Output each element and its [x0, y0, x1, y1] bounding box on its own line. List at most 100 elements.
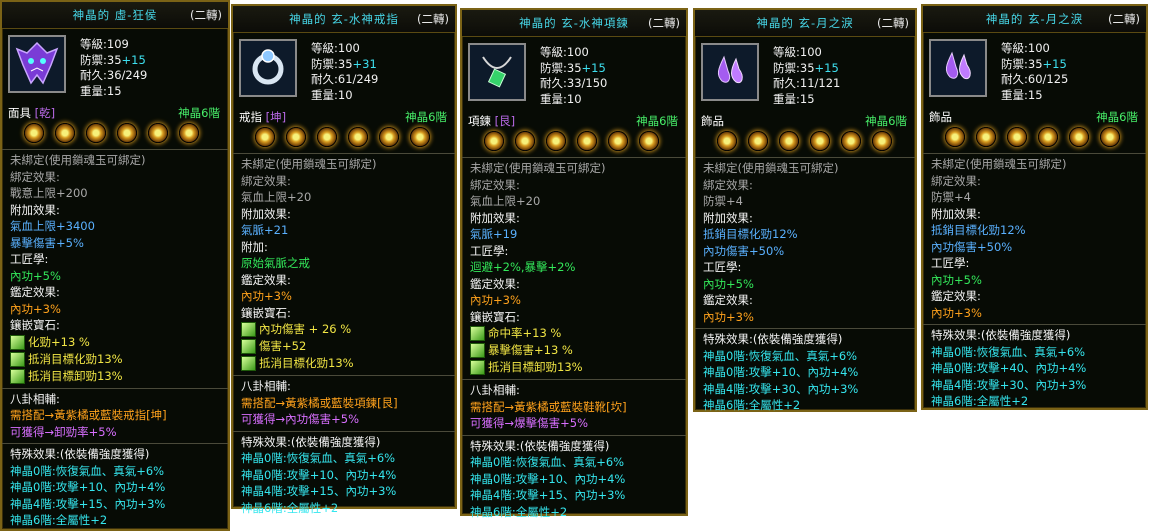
level-stat: 等級:100 [773, 45, 822, 59]
title-bar: 神晶的 玄-月之淚 (二轉) [695, 10, 915, 37]
gem-slot-orb-icon [945, 127, 965, 147]
defense-base: 防禦:35 [311, 56, 353, 71]
gem-effect: 內功傷害 + 26 % [259, 322, 352, 337]
level-stat: 等級:100 [311, 41, 360, 55]
gem-slot-row [717, 131, 892, 151]
gem-slot-row [945, 127, 1120, 147]
gem-slot-orb-icon [484, 131, 504, 151]
craft-effect-line: 鑑定效果: [241, 272, 291, 287]
gem-effect: 抵消目標卸勁13% [488, 360, 583, 375]
item-stats: 等級:100 防禦:35+15 耐久:33/150 重量:10 [540, 45, 607, 107]
weight-stat: 重量:10 [540, 91, 582, 106]
gem-effect: 傷害+52 [259, 339, 307, 354]
bind-effect-line: 防禦+4 [703, 194, 743, 208]
special-effect-line: 神晶6階:全屬性+2 [703, 398, 801, 412]
durability-stat: 耐久:61/249 [311, 72, 379, 86]
level-stat: 等級:100 [540, 45, 589, 59]
gem-effect: 暴擊傷害+13 % [488, 343, 573, 358]
defense-bonus: +31 [352, 56, 377, 71]
gem-slot-orb-icon [976, 127, 996, 147]
special-effect-line: 神晶6階:全屬性+2 [931, 394, 1029, 408]
gem-effect: 抵消目標化勁13% [259, 356, 354, 371]
defense-bonus: +15 [814, 60, 839, 75]
gem-icon [470, 326, 485, 341]
added-effect-line: 附加效果: [931, 206, 981, 221]
grade-label: 神晶6階 [178, 106, 220, 120]
slot-row: 戒指 [坤] 神晶6階 [233, 107, 455, 153]
level-stat: 等級:100 [1001, 41, 1050, 55]
craft-effect-line: 工匠學: [931, 256, 970, 270]
trigram-label: [艮] [494, 114, 516, 128]
craft-effect-line: 內功+3% [241, 289, 292, 303]
weight-stat: 重量:15 [773, 91, 815, 106]
gem-icon [470, 343, 485, 358]
craft-effect-line: 鑲嵌寶石: [241, 305, 291, 320]
special-effect-line: 特殊效果:(依裝備強度獲得) [703, 332, 843, 346]
craft-effect-line: 工匠學: [703, 260, 742, 274]
trigram-label: [坤] [265, 110, 287, 124]
tooltip-panel-1: 神晶的 虛-狂侯 (二轉) 等級:109 防禦:35+15 耐久:36/249 重量:15… [0, 0, 230, 531]
bind-section: 未綁定(使用鎖魂玉可綁定) 綁定效果: 氣血上限+20 附加效果: 氣脈+21 附加: 原始… [233, 153, 455, 375]
bind-effect-line: 綁定效果: [470, 177, 520, 192]
gem-slot-orb-icon [1038, 127, 1058, 147]
craft-effect-line: 內功+5% [931, 272, 982, 287]
reincarnation-label: (二轉) [877, 16, 909, 30]
added-effect-line: 抵銷目標化勁12% [703, 227, 798, 241]
purple-teardrop-icon [936, 45, 980, 92]
special-effect-line: 神晶0階:恢復氣血、真氣+6% [931, 344, 1086, 359]
socketed-gem: 命中率+13 % [470, 325, 678, 342]
gem-slot-orb-icon [608, 131, 628, 151]
defense-stat: 防禦:35+15 [80, 53, 147, 69]
tooltip-panel-2: 神晶的 玄-水神戒指 (二轉) 等級:100 防禦:35+31 耐久:61/249 重量:… [231, 4, 457, 515]
reincarnation-label: (二轉) [417, 12, 449, 26]
slot-type: 項鍊 [艮] [468, 113, 515, 129]
added-effect-line: 內功傷害+50% [703, 243, 785, 258]
defense-bonus: +15 [1042, 56, 1067, 71]
added-effect-line: 內功傷害+50% [931, 239, 1013, 254]
grade-label: 神晶6階 [405, 110, 447, 124]
weight-stat: 重量:10 [311, 87, 353, 102]
grade-label: 神晶6階 [865, 114, 907, 128]
title-bar: 神晶的 玄-水神項鍊 (二轉) [462, 10, 686, 37]
slot-name: 飾品 [701, 114, 724, 128]
defense-stat: 防禦:35+15 [773, 61, 840, 77]
durability-stat: 耐久:36/249 [80, 68, 148, 82]
special-effect-line: 神晶4階:攻擊+15、內功+3% [241, 484, 397, 498]
item-stats: 等級:100 防禦:35+31 耐久:61/249 重量:10 [311, 41, 378, 103]
special-effect-line: 神晶0階:攻擊+10、內功+4% [470, 471, 626, 486]
special-effect-line: 神晶6階:全屬性+2 [241, 500, 339, 515]
title-bar: 神晶的 玄-月之淚 (二轉) [923, 6, 1146, 33]
special-effects-section: 特殊效果:(依裝備強度獲得) 神晶0階:恢復氣血、真氣+6% 神晶0階:攻擊+10、… [2, 443, 228, 532]
bagua-line: 需搭配→黃紫橘或藍裝戒指[坤] [10, 408, 167, 422]
slot-name: 戒指 [239, 110, 262, 124]
gem-slot-orb-icon [515, 131, 535, 151]
slot-type: 戒指 [坤] [239, 109, 286, 125]
craft-effect-line: 鑲嵌寶石: [470, 309, 520, 324]
gem-icon [10, 368, 25, 384]
gem-slot-orb-icon [841, 131, 861, 151]
gem-slot-orb-icon [810, 131, 830, 151]
special-effect-line: 神晶0階:攻擊+10、內功+4% [241, 467, 397, 482]
item-header: 等級:100 防禦:35+15 耐久:60/125 重量:15 [923, 33, 1146, 107]
defense-base: 防禦:35 [540, 60, 582, 75]
gem-icon [241, 356, 256, 371]
bagua-line: 可獲得→卸勁率+5% [10, 424, 117, 439]
tooltip-panel-5: 神晶的 玄-月之淚 (二轉) 等級:100 防禦:35+15 耐久:60/125 重量:1… [921, 4, 1148, 410]
gem-slot-orb-icon [317, 127, 337, 147]
item-header: 等級:100 防禦:35+15 耐久:11/121 重量:15 [695, 37, 915, 111]
added-effect-line: 附加效果: [703, 210, 753, 225]
gem-slot-orb-icon [1069, 127, 1089, 147]
added-effect-line: 附加效果: [241, 206, 291, 221]
item-icon-frame [468, 43, 526, 101]
gem-slot-orb-icon [546, 131, 566, 151]
special-effect-line: 特殊效果:(依裝備強度獲得) [931, 328, 1071, 342]
socketed-gem: 抵消目標卸勁13% [10, 368, 220, 385]
socketed-gem: 傷害+52 [241, 338, 447, 355]
slot-name: 面具 [8, 106, 31, 120]
bagua-line: 可獲得→爆擊傷害+5% [470, 416, 589, 430]
gem-effect: 命中率+13 % [488, 326, 562, 341]
socketed-gem: 化勁+13 % [10, 334, 220, 351]
bind-section: 未綁定(使用鎖魂玉可綁定) 綁定效果: 防禦+4 附加效果: 抵銷目標化勁12% 內功傷害… [923, 153, 1146, 324]
bind-section: 未綁定(使用鎖魂玉可綁定) 綁定效果: 氣血上限+20 附加效果: 氣脈+19 工匠學: 迴… [462, 157, 686, 379]
defense-base: 防禦:35 [1001, 56, 1043, 71]
